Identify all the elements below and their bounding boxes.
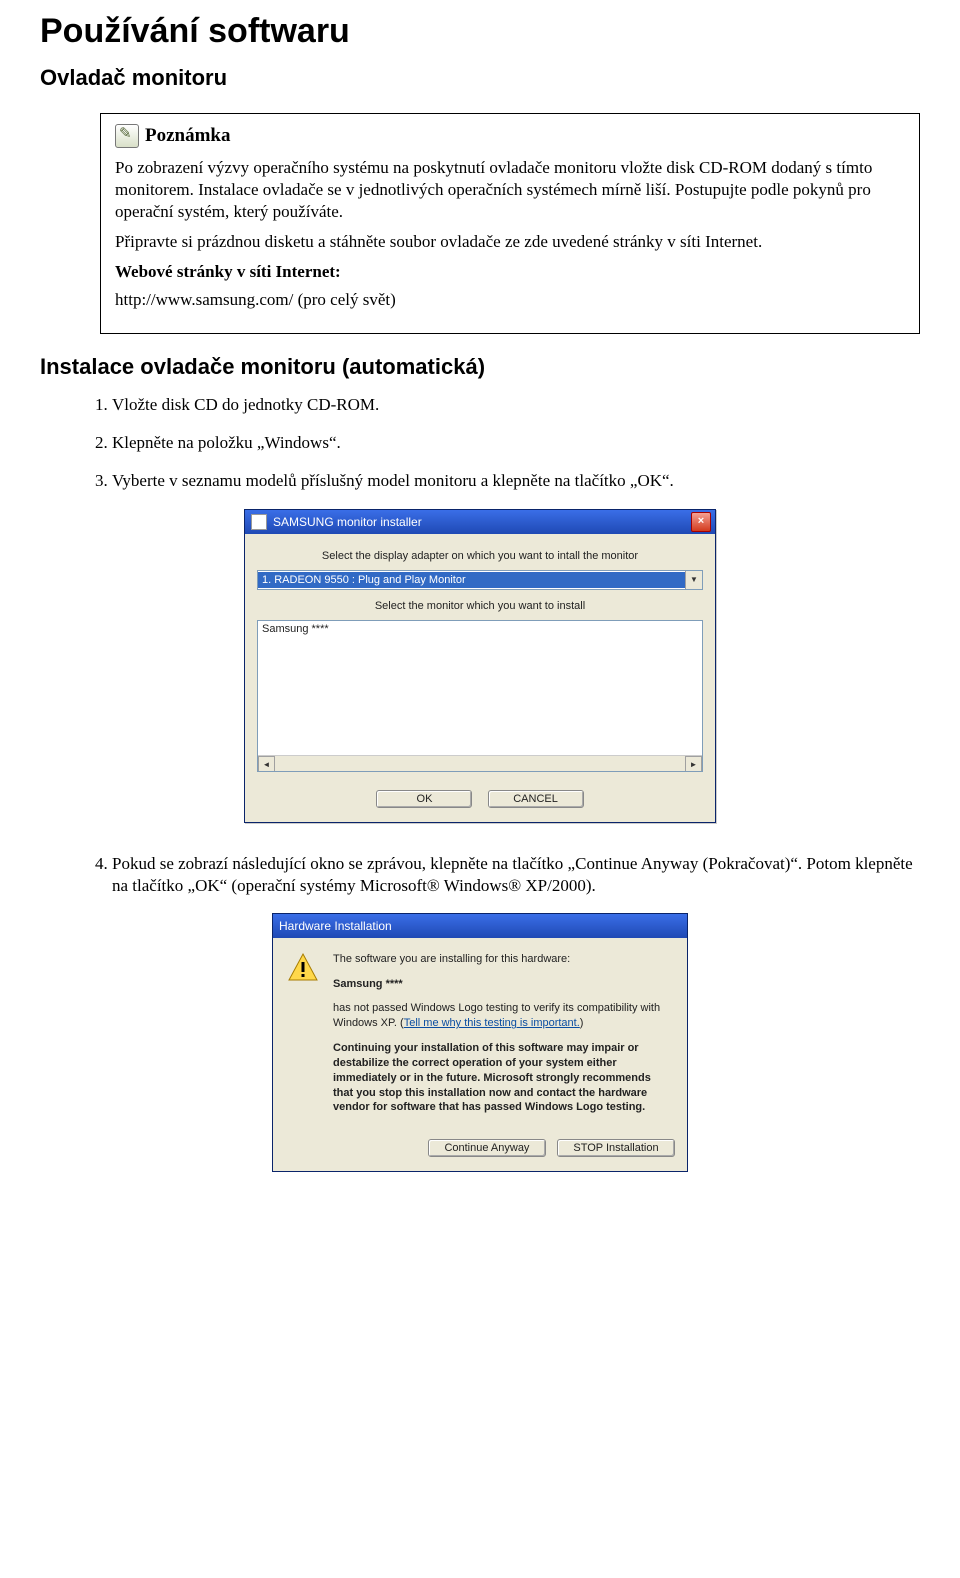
installer-title-icon xyxy=(251,514,267,530)
hw-titlebar: Hardware Installation xyxy=(273,914,687,938)
note-url: http://www.samsung.com/ (pro celý svět) xyxy=(115,289,905,311)
installer-window: SAMSUNG monitor installer × Select the d… xyxy=(244,509,716,823)
hw-warning-text: Continuing your installation of this sof… xyxy=(333,1041,673,1115)
hw-text: The software you are installing for this… xyxy=(333,952,673,1126)
note-box: Poznámka Po zobrazení výzvy operačního s… xyxy=(100,113,920,334)
close-icon[interactable]: × xyxy=(691,512,711,532)
steps-list: Vložte disk CD do jednotky CD-ROM. Klepn… xyxy=(86,394,920,492)
hw-body: The software you are installing for this… xyxy=(273,938,687,1130)
adapter-combobox[interactable]: 1. RADEON 9550 : Plug and Play Monitor ▼ xyxy=(257,570,703,590)
step-4: Pokud se zobrazí následující okno se zpr… xyxy=(112,853,920,897)
hw-dialog-wrap: Hardware Installation The software you a… xyxy=(40,913,920,1173)
note-icon xyxy=(115,124,139,148)
hw-title-left: Hardware Installation xyxy=(279,919,392,933)
hw-line1: The software you are installing for this… xyxy=(333,952,673,967)
horizontal-scrollbar[interactable]: ◄ ► xyxy=(258,755,702,771)
monitor-listbox[interactable]: Samsung **** ◄ ► xyxy=(257,620,703,772)
hw-line2: has not passed Windows Logo testing to v… xyxy=(333,1001,673,1031)
hw-button-row: Continue Anyway STOP Installation xyxy=(273,1129,687,1171)
install-heading: Instalace ovladače monitoru (automatická… xyxy=(40,354,920,380)
scroll-left-icon[interactable]: ◄ xyxy=(258,756,275,772)
installer-line1: Select the display adapter on which you … xyxy=(257,550,703,562)
hw-link[interactable]: Tell me why this testing is important. xyxy=(404,1017,580,1029)
document-page: Používání softwaru Ovladač monitoru Pozn… xyxy=(0,0,960,1242)
stop-installation-button[interactable]: STOP Installation xyxy=(557,1139,675,1157)
note-header: Poznámka xyxy=(115,124,905,149)
note-paragraph-1: Po zobrazení výzvy operačního systému na… xyxy=(115,157,905,223)
continue-anyway-button[interactable]: Continue Anyway xyxy=(428,1139,546,1157)
page-title: Používání softwaru xyxy=(40,12,920,51)
scroll-right-icon[interactable]: ► xyxy=(685,756,702,772)
hardware-install-window: Hardware Installation The software you a… xyxy=(272,913,688,1173)
ok-button[interactable]: OK xyxy=(376,790,472,808)
installer-button-row: OK CANCEL xyxy=(257,790,703,808)
cancel-button[interactable]: CANCEL xyxy=(488,790,584,808)
installer-titlebar: SAMSUNG monitor installer × xyxy=(245,510,715,534)
step-3: Vyberte v seznamu modelů příslušný model… xyxy=(112,470,920,492)
section-heading: Ovladač monitoru xyxy=(40,65,920,91)
step-1: Vložte disk CD do jednotky CD-ROM. xyxy=(112,394,920,416)
warning-icon xyxy=(287,952,319,984)
chevron-down-icon[interactable]: ▼ xyxy=(685,571,702,589)
installer-line2: Select the monitor which you want to ins… xyxy=(257,600,703,612)
installer-title-text: SAMSUNG monitor installer xyxy=(273,515,422,529)
note-paragraph-2: Připravte si prázdnou disketu a stáhněte… xyxy=(115,231,905,253)
hw-line2b: ) xyxy=(580,1017,584,1029)
installer-dialog-wrap: SAMSUNG monitor installer × Select the d… xyxy=(40,509,920,823)
installer-title-left: SAMSUNG monitor installer xyxy=(251,514,422,530)
hw-model: Samsung **** xyxy=(333,977,673,992)
steps-list-continued: Pokud se zobrazí následující okno se zpr… xyxy=(86,853,920,897)
note-web-label: Webové stránky v síti Internet: xyxy=(115,261,905,283)
list-item[interactable]: Samsung **** xyxy=(258,621,702,637)
installer-body: Select the display adapter on which you … xyxy=(245,534,715,822)
hw-title-text: Hardware Installation xyxy=(279,919,392,933)
note-label: Poznámka xyxy=(145,124,231,149)
adapter-selected: 1. RADEON 9550 : Plug and Play Monitor xyxy=(258,572,685,588)
step-2: Klepněte na položku „Windows“. xyxy=(112,432,920,454)
